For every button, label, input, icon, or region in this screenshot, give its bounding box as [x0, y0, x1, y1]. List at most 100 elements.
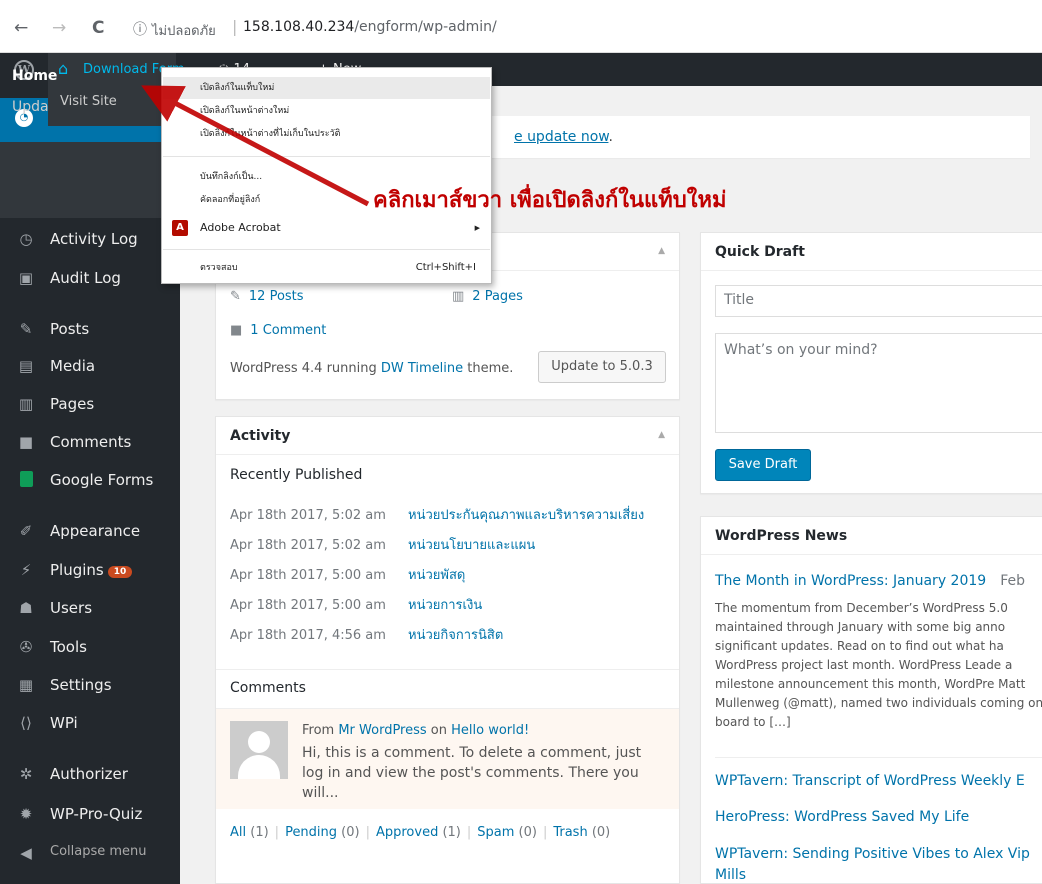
news-link[interactable]: WPTavern: Transcript of WordPress Weekly…	[715, 773, 1025, 789]
widget-header: Activity ▲	[216, 417, 679, 455]
news-title: The Month in WordPress: January 2019	[715, 573, 987, 589]
activity-post-link[interactable]: หน่วยพัสดุ	[408, 568, 465, 583]
collapse-toggle-icon[interactable]: ▲	[658, 246, 665, 256]
notice-text: e update now.	[514, 129, 613, 145]
version-text: WordPress 4.4 running DW Timeline theme.	[230, 361, 513, 376]
quick-draft-widget: Quick Draft Title What’s on your mind? S…	[700, 232, 1042, 494]
filter-spam[interactable]: Spam	[477, 825, 514, 840]
news-link[interactable]: The Month in WordPress: January 2019 Feb	[715, 573, 1025, 589]
comments-heading-row: Comments	[216, 669, 679, 709]
back-arrow-icon[interactable]: ←	[14, 18, 28, 38]
sidebar-item-plugins[interactable]: ⚡ Plugins 10	[0, 553, 180, 589]
activity-post-link[interactable]: หน่วยกิจการนิสิต	[408, 628, 503, 643]
sidebar-item-activity-log[interactable]: ◷ Activity Log	[0, 222, 180, 258]
home-icon: ⌂	[58, 59, 69, 78]
activity-date: Apr 18th 2017, 5:00 am	[230, 598, 386, 613]
version-prefix: WordPress 4.4 running	[230, 361, 381, 376]
comment-post-link[interactable]: Hello world!	[451, 723, 529, 738]
sidebar-item-users[interactable]: ☗ Users	[0, 591, 180, 627]
sidebar-item-audit-log[interactable]: ▣ Audit Log	[0, 261, 180, 297]
filter-pending[interactable]: Pending	[285, 825, 337, 840]
ctx-acrobat-label: Adobe Acrobat	[200, 221, 281, 234]
wrench-icon: ✇	[19, 638, 33, 656]
sidebar-item-label: WPi	[50, 714, 78, 732]
filter-all[interactable]: All	[230, 825, 246, 840]
filter-approved[interactable]: Approved	[376, 825, 438, 840]
news-link[interactable]: HeroPress: WordPress Saved My Life	[715, 809, 969, 825]
submenu-home[interactable]: Home	[12, 68, 57, 84]
draft-content-textarea[interactable]: What’s on your mind?	[715, 333, 1042, 433]
menu-divider	[163, 249, 490, 250]
news-date: Feb	[1000, 573, 1025, 589]
site-name-link[interactable]: ⌂ Download Form	[48, 53, 185, 86]
update-now-link[interactable]: e update now	[514, 129, 608, 145]
comment-bubble-icon: ■	[18, 433, 34, 451]
comment-item: From Mr WordPress on Hello world! Hi, th…	[216, 709, 679, 809]
sidebar-item-label: Google Forms	[50, 471, 154, 489]
widget-header: Quick Draft	[701, 233, 1042, 271]
sidebar-item-google-forms[interactable]: Google Forms	[0, 463, 180, 499]
recently-published-heading: Recently Published	[230, 467, 363, 483]
sidebar-item-wpi[interactable]: ⟨⟩ WPi	[0, 706, 180, 742]
activity-post-link[interactable]: หน่วยประกันคุณภาพและบริหารความเสี่ยง	[408, 508, 644, 523]
ctx-open-new-window[interactable]: เปิดลิงก์ในหน้าต่างใหม่	[163, 100, 490, 122]
collapse-icon: ◀	[20, 844, 32, 862]
comments-count: 1 Comment	[250, 323, 327, 338]
info-icon[interactable]: ⓘ	[133, 19, 147, 39]
activity-date: Apr 18th 2017, 5:00 am	[230, 568, 386, 583]
activity-post-link[interactable]: หน่วยการเงิน	[408, 598, 482, 613]
google-forms-icon	[15, 471, 37, 491]
sidebar-item-pages[interactable]: ▥ Pages	[0, 387, 180, 423]
reload-icon[interactable]: C	[92, 18, 104, 38]
glance-comments-link[interactable]: ■ 1 Comment	[230, 323, 326, 338]
comment-author-link[interactable]: Mr WordPress	[338, 723, 426, 738]
sidebar-item-label: Settings	[50, 676, 112, 694]
clock-icon: ◷	[19, 230, 33, 248]
authorizer-icon: ✲	[19, 765, 33, 783]
save-draft-button[interactable]: Save Draft	[715, 449, 811, 481]
sidebar-item-comments[interactable]: ■ Comments	[0, 425, 180, 461]
url-host: 158.108.40.234	[243, 19, 355, 35]
activity-date: Apr 18th 2017, 4:56 am	[230, 628, 386, 643]
sidebar-item-label: Collapse menu	[50, 844, 147, 859]
sidebar-item-authorizer[interactable]: ✲ Authorizer	[0, 757, 180, 793]
update-wordpress-button[interactable]: Update to 5.0.3	[538, 351, 666, 383]
glance-pages-link[interactable]: ▥ 2 Pages	[452, 289, 523, 304]
comment-from: From	[302, 723, 339, 738]
ctx-adobe-acrobat[interactable]: A Adobe Acrobat ▶	[163, 217, 490, 239]
filter-count: (1)	[246, 825, 269, 840]
theme-link[interactable]: DW Timeline	[381, 361, 463, 376]
media-icon: ▤	[18, 357, 34, 375]
comment-bubble-icon: ■	[230, 323, 243, 338]
sidebar-item-posts[interactable]: ✎ Posts	[0, 312, 180, 348]
news-link-continued[interactable]: Mills	[715, 867, 746, 883]
draft-title-input[interactable]: Title	[715, 285, 1042, 317]
browser-toolbar: ← → C ⓘ ไม่ปลอดภัย | 158.108.40.234/engf…	[0, 0, 1042, 53]
submenu-arrow-icon: ▶	[474, 224, 480, 232]
address-bar[interactable]: 158.108.40.234/engform/wp-admin/	[243, 19, 497, 35]
collapse-toggle-icon[interactable]: ▲	[658, 430, 665, 440]
ctx-inspect[interactable]: ตรวจสอบ Ctrl+Shift+I	[163, 257, 490, 279]
plug-icon: ⚡	[20, 561, 32, 579]
plugins-badge: 10	[107, 566, 133, 578]
glance-posts-link[interactable]: ✎ 12 Posts	[230, 289, 304, 304]
ctx-open-new-tab[interactable]: เปิดลิงก์ในแท็บใหม่	[163, 77, 490, 99]
widget-title: WordPress News	[715, 528, 848, 544]
sidebar-item-appearance[interactable]: ✐ Appearance	[0, 514, 180, 550]
comment-filters: All (1) | Pending (0) | Approved (1) | Spam (0…	[230, 825, 611, 840]
forward-arrow-icon[interactable]: →	[52, 18, 66, 38]
news-link[interactable]: WPTavern: Sending Positive Vibes to Alex…	[715, 846, 1030, 862]
sidebar-item-media[interactable]: ▤ Media	[0, 349, 180, 385]
user-icon: ☗	[19, 599, 33, 617]
activity-date: Apr 18th 2017, 5:02 am	[230, 538, 386, 553]
collapse-menu-button[interactable]: ◀ Collapse menu	[0, 836, 180, 872]
sidebar-item-settings[interactable]: ▦ Settings	[0, 668, 180, 704]
activity-post-link[interactable]: หน่วยนโยบายและแผน	[408, 538, 535, 553]
ctx-open-incognito[interactable]: เปิดลิงก์ในหน้าต่างที่ไม่เก็บในประวัติ	[163, 123, 490, 145]
visit-site-link[interactable]: Visit Site	[48, 86, 178, 126]
filter-trash[interactable]: Trash	[553, 825, 587, 840]
sidebar-item-wp-pro-quiz[interactable]: ✹ WP-Pro-Quiz	[0, 797, 180, 833]
context-menu: เปิดลิงก์ในแท็บใหม่ เปิดลิงก์ในหน้าต่างใ…	[161, 67, 492, 284]
sidebar-item-tools[interactable]: ✇ Tools	[0, 630, 180, 666]
version-suffix: theme.	[463, 361, 514, 376]
